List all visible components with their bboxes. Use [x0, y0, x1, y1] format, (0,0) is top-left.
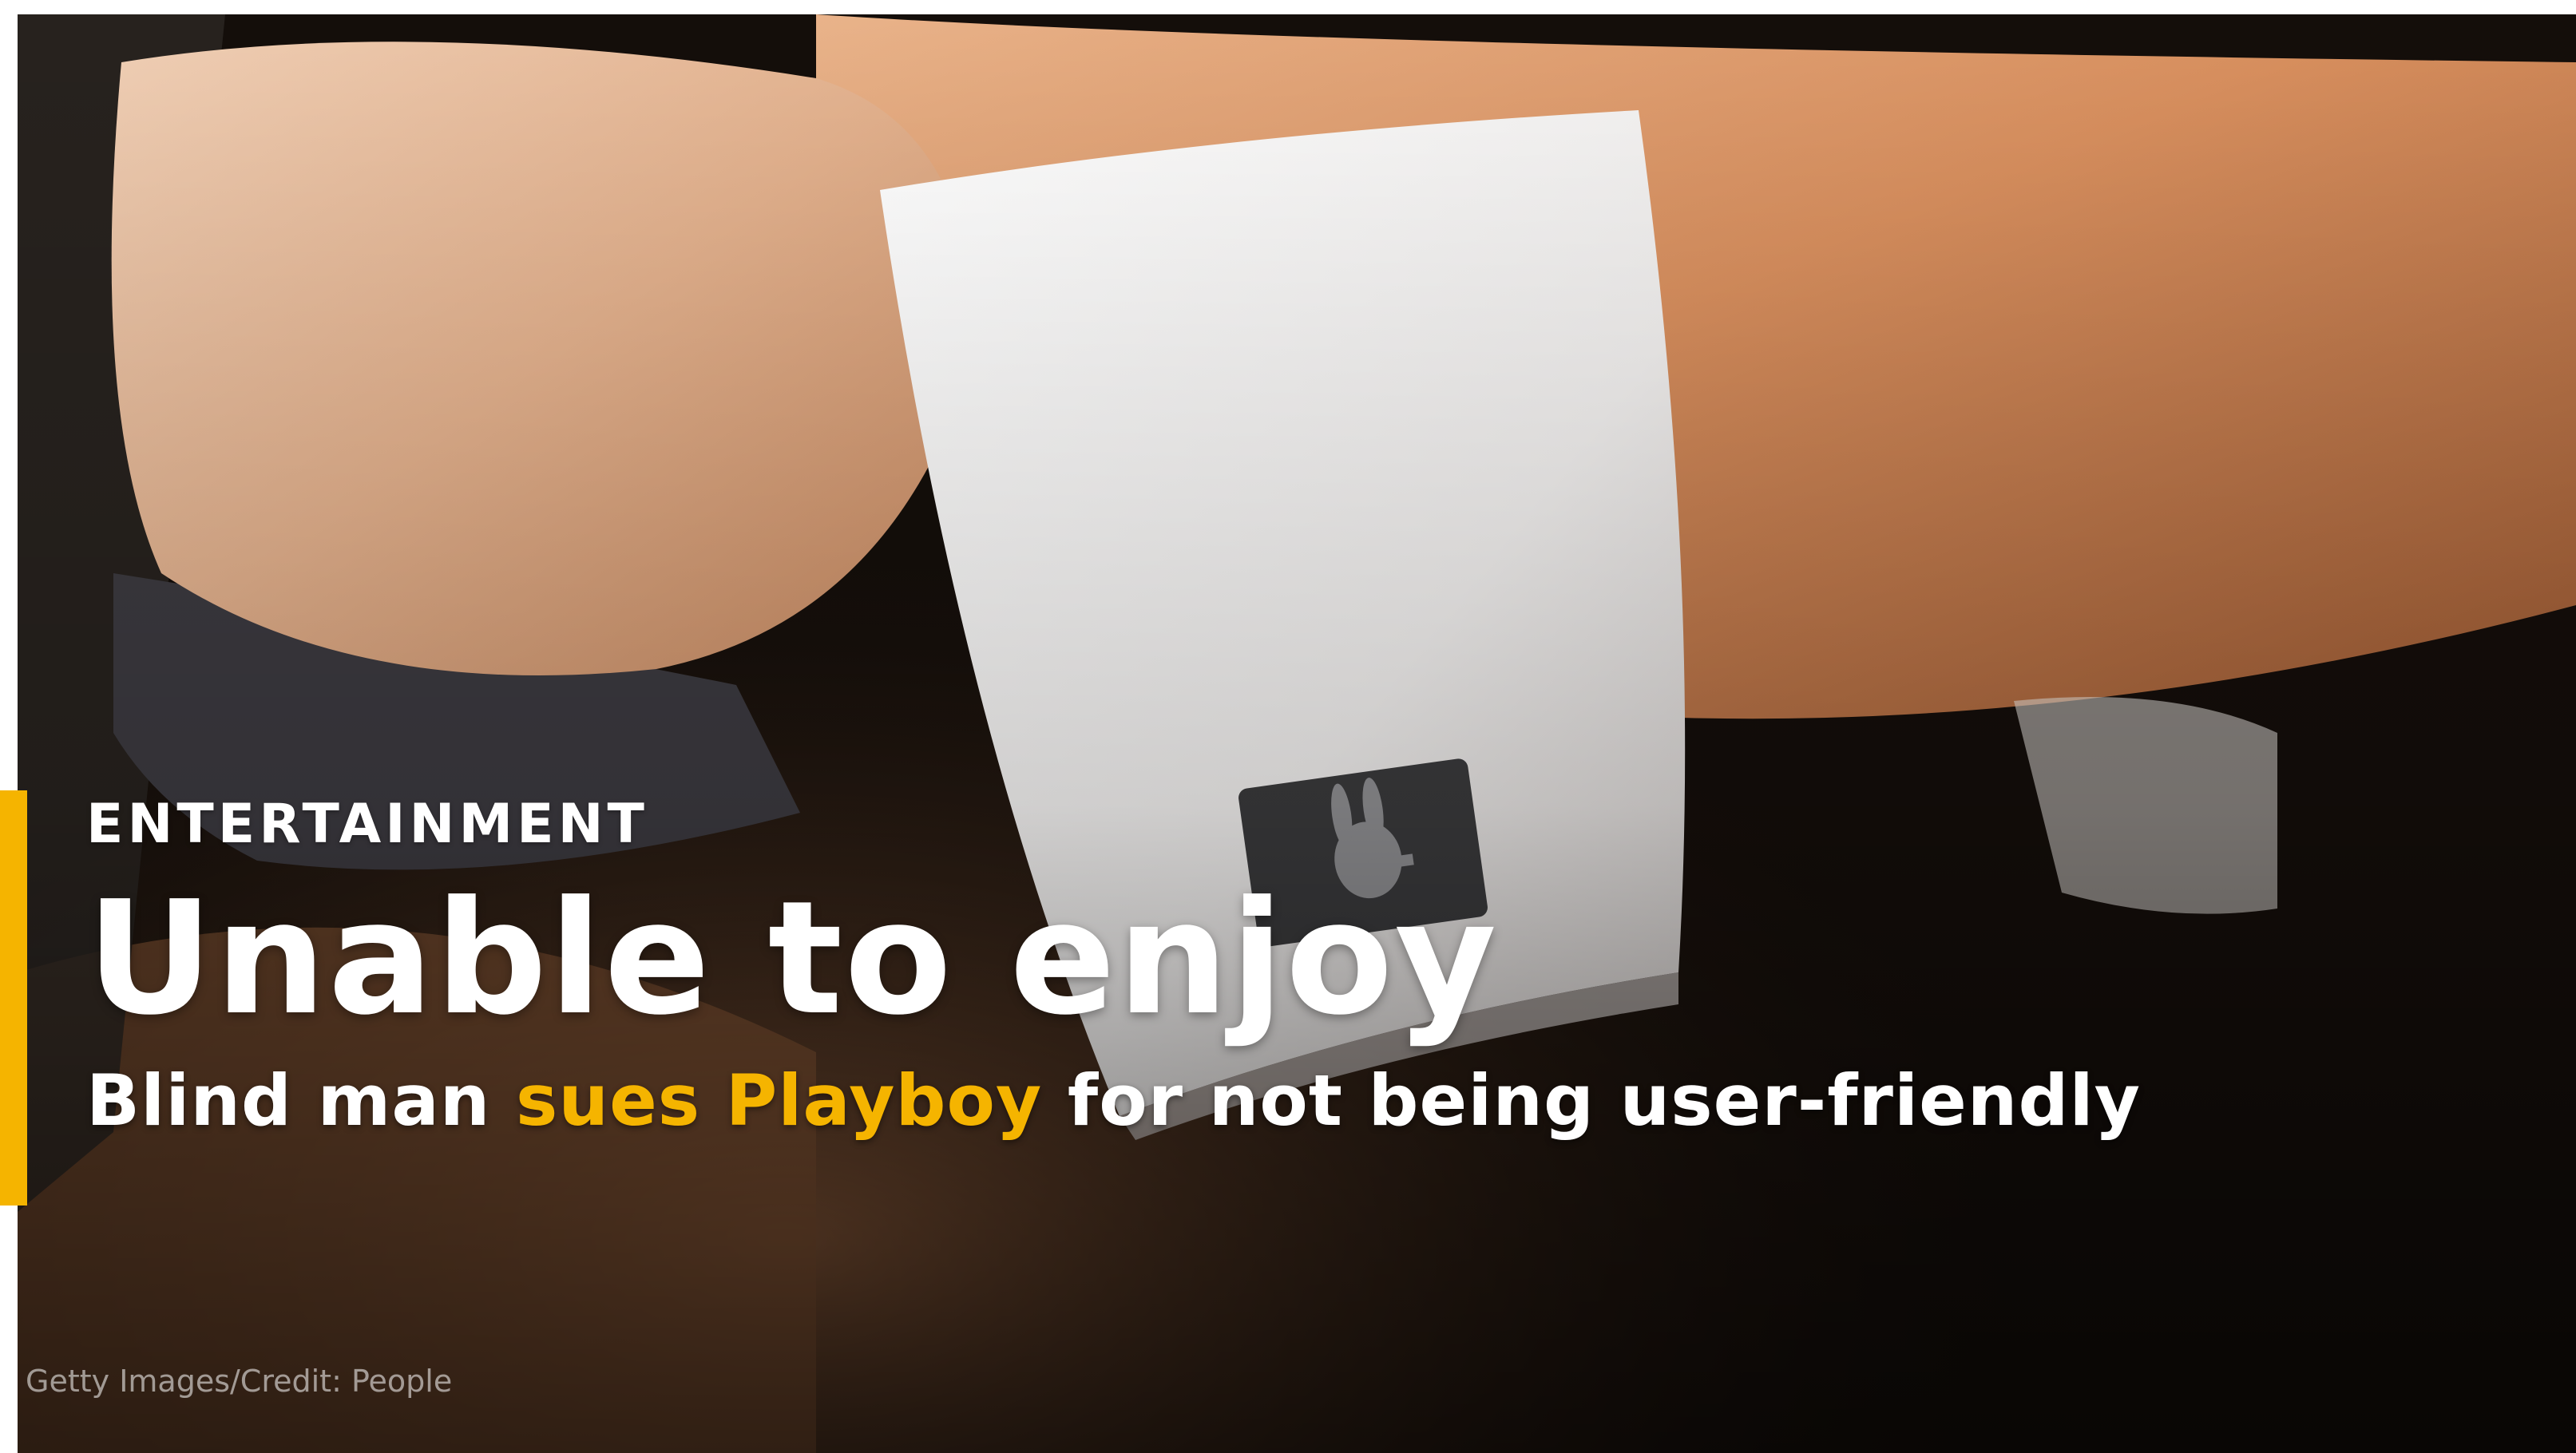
caption-overlay: ENTERTAINMENT Unable to enjoy Blind man … [86, 790, 2482, 1145]
subhead-part2: for not being user-friendly [1042, 1059, 2141, 1142]
subhead-highlight: sues Playboy [516, 1059, 1043, 1142]
headline: Unable to enjoy [86, 868, 1499, 1050]
subheadline: Blind man sues Playboy for not being use… [86, 1057, 2482, 1145]
photo-credit: Getty Images/Credit: People [26, 1364, 453, 1399]
video-frame: ENTERTAINMENT Unable to enjoy Blind man … [0, 0, 2576, 1453]
subhead-part1: Blind man [86, 1059, 517, 1142]
category-label: ENTERTAINMENT [86, 793, 648, 856]
accent-bar [0, 790, 27, 1206]
background-photo [18, 14, 2576, 1453]
wrist-cufflink-photo [18, 14, 2576, 1453]
